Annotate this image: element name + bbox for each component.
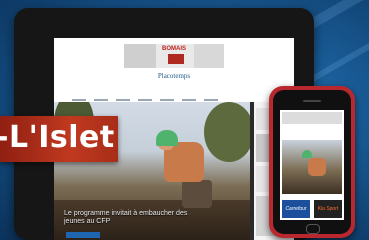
- phone-body: Carrefour Kia Sport: [273, 90, 351, 234]
- phone-top-ad[interactable]: [282, 112, 342, 124]
- read-more-button[interactable]: [66, 232, 100, 238]
- banner-text: -L'Islet: [0, 120, 115, 155]
- tree: [204, 102, 250, 162]
- phone-ad-logo[interactable]: Carrefour: [282, 200, 310, 218]
- worker-cap: [156, 130, 178, 146]
- phone-screen: Carrefour Kia Sport: [280, 110, 344, 220]
- top-ad-banner: BOMAIS: [124, 44, 224, 68]
- worker-leg: [182, 180, 212, 208]
- phone-device: Carrefour Kia Sport: [269, 86, 355, 238]
- phone-ad-logo[interactable]: Kia Sport: [314, 200, 342, 218]
- phone-hero-photo: [282, 140, 342, 194]
- ad-image: [194, 44, 224, 68]
- speaker-icon: [303, 100, 321, 102]
- location-banner: -L'Islet: [0, 116, 118, 162]
- worker-cap: [302, 150, 312, 158]
- house-logo-icon: [168, 54, 184, 64]
- phone-bottom-ads: Carrefour Kia Sport: [282, 200, 342, 218]
- ad-brand: BOMAIS: [162, 46, 186, 52]
- nav-menu: [72, 88, 272, 101]
- worker-body: [308, 158, 326, 176]
- home-button[interactable]: [306, 224, 320, 234]
- ad-image: [124, 44, 156, 68]
- site-masthead: Placotemps: [157, 72, 191, 80]
- hero-caption: Le programme invitait à embaucher des je…: [64, 210, 188, 225]
